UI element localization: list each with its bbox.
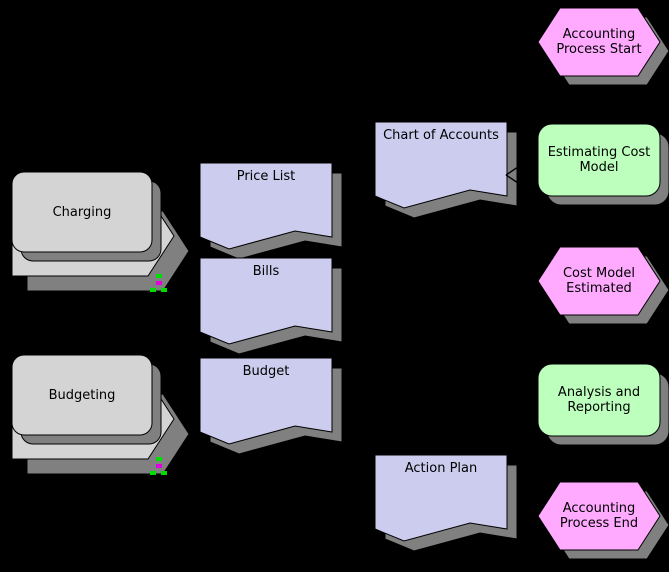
document-budget[interactable]: Budget bbox=[199, 357, 348, 462]
event-body bbox=[537, 246, 661, 316]
marker-dot-1 bbox=[156, 464, 162, 468]
event-accounting-process-start[interactable]: Accounting Process Start bbox=[537, 7, 669, 89]
connector-estimating-to-chart-of-accounts bbox=[505, 166, 524, 185]
marker-dot-2 bbox=[150, 471, 156, 475]
process-interface-box bbox=[11, 354, 153, 436]
function-analysis-and-reporting[interactable]: Analysis and Reporting bbox=[537, 363, 669, 449]
marker-dot-3 bbox=[161, 471, 167, 475]
event-accounting-process-end[interactable]: Accounting Process End bbox=[537, 481, 669, 563]
marker-dot-0 bbox=[156, 457, 162, 461]
process-interface-budgeting[interactable]: Budgeting bbox=[11, 354, 199, 488]
event-body bbox=[537, 7, 661, 77]
diagram-canvas: Charging Budgeting Price List Bills Budget Ch… bbox=[0, 0, 669, 572]
document-bills[interactable]: Bills bbox=[199, 257, 348, 362]
process-interface-charging[interactable]: Charging bbox=[11, 171, 199, 305]
document-price-list[interactable]: Price List bbox=[199, 162, 348, 267]
marker-dot-1 bbox=[156, 281, 162, 285]
arrowhead-icon bbox=[505, 166, 519, 184]
process-interface-box bbox=[11, 171, 153, 253]
function-body bbox=[537, 363, 661, 437]
event-body bbox=[537, 481, 661, 551]
event-cost-model-estimated[interactable]: Cost Model Estimated bbox=[537, 246, 669, 328]
marker-dot-2 bbox=[150, 288, 156, 292]
marker-dot-0 bbox=[156, 274, 162, 278]
function-body bbox=[537, 123, 661, 197]
document-chart-of-accounts[interactable]: Chart of Accounts bbox=[374, 121, 523, 226]
marker-dot-3 bbox=[161, 288, 167, 292]
function-estimating-cost-model[interactable]: Estimating Cost Model bbox=[537, 123, 669, 209]
document-action-plan[interactable]: Action Plan bbox=[374, 454, 523, 559]
